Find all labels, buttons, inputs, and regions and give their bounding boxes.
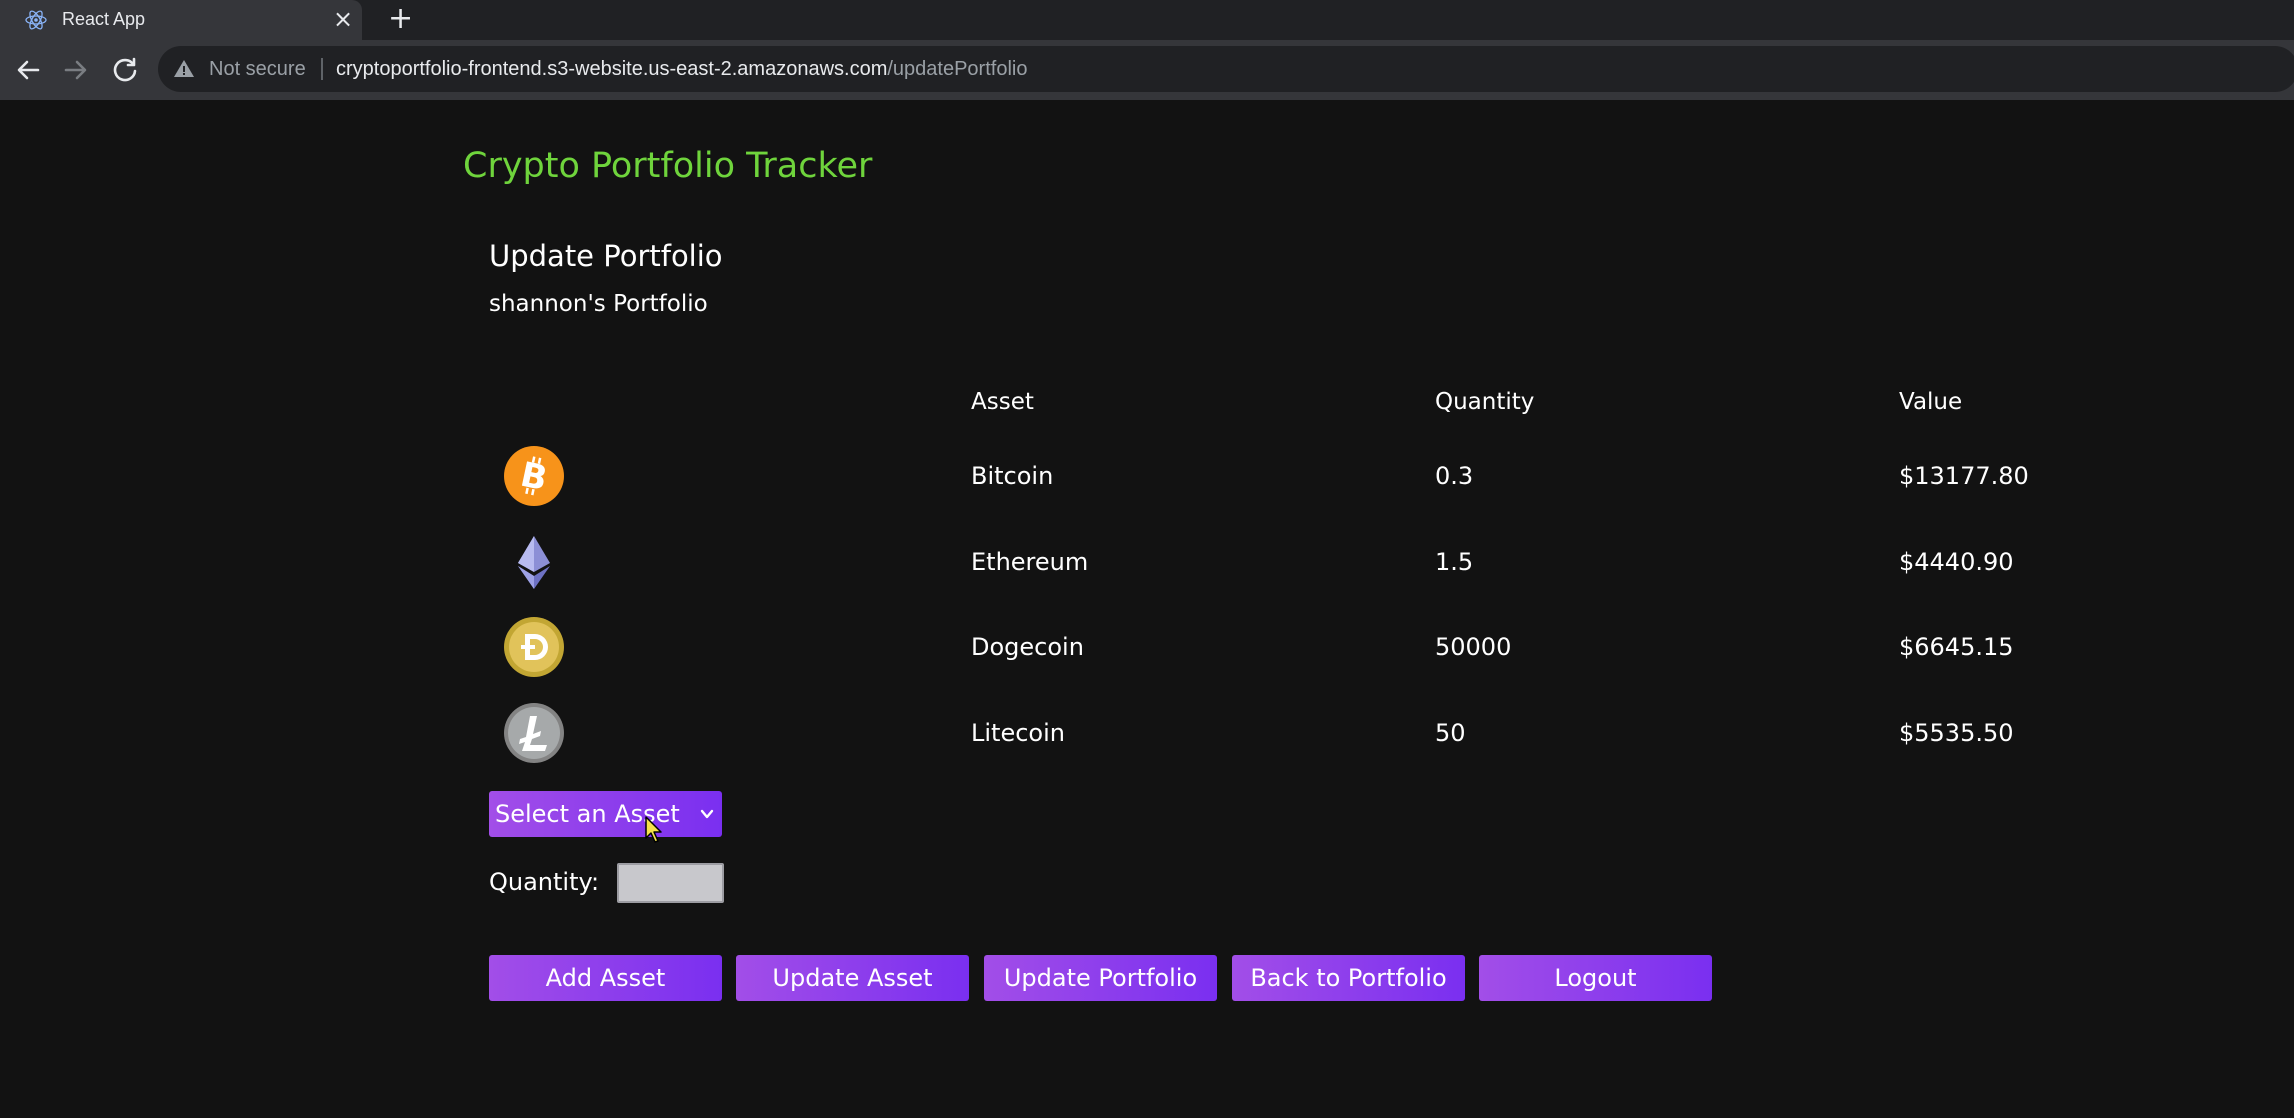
browser-tab-strip: React App × + [0, 0, 2294, 40]
header-value: Value [1899, 389, 1963, 415]
chevron-down-icon [700, 809, 714, 819]
url-path: /updatePortfolio [887, 58, 1028, 80]
asset-quantity: 50000 [1435, 633, 1512, 661]
header-quantity: Quantity [1435, 389, 1535, 415]
portfolio-owner: shannon's Portfolio [489, 291, 708, 317]
dogecoin-icon [504, 617, 564, 677]
asset-value: $13177.80 [1899, 462, 2029, 490]
asset-name: Litecoin [971, 719, 1065, 747]
asset-value: $5535.50 [1899, 719, 2014, 747]
tab-title: React App [62, 9, 146, 29]
browser-tab[interactable]: React App × [0, 0, 362, 40]
asset-value: $4440.90 [1899, 548, 2014, 576]
bitcoin-icon: B [504, 446, 564, 506]
asset-quantity: 50 [1435, 719, 1466, 747]
quantity-input[interactable] [617, 863, 724, 903]
mouse-cursor-icon [645, 816, 662, 843]
security-status[interactable]: Not secure [209, 58, 306, 80]
asset-select[interactable]: Select an Asset [489, 791, 722, 837]
asset-quantity: 1.5 [1435, 548, 1474, 576]
url-text[interactable]: cryptoportfolio-frontend.s3-website.us-e… [336, 58, 1027, 80]
logout-button[interactable]: Logout [1479, 955, 1712, 1001]
litecoin-icon [504, 703, 564, 763]
reload-icon[interactable] [109, 54, 141, 86]
url-host: cryptoportfolio-frontend.s3-website.us-e… [336, 58, 888, 80]
new-tab-icon[interactable]: + [388, 2, 413, 36]
page-title: Update Portfolio [489, 239, 723, 273]
table-row: B Bitcoin 0.3 $13177.80 [489, 441, 2089, 511]
update-asset-button[interactable]: Update Asset [736, 955, 969, 1001]
address-bar[interactable]: Not secure cryptoportfolio-frontend.s3-w… [158, 46, 2294, 92]
asset-name: Bitcoin [971, 462, 1054, 490]
table-row: Ethereum 1.5 $4440.90 [489, 527, 2089, 597]
asset-quantity: 0.3 [1435, 462, 1474, 490]
asset-value: $6645.15 [1899, 633, 2014, 661]
quantity-label: Quantity: [489, 868, 600, 896]
table-row: Dogecoin 50000 $6645.15 [489, 612, 2089, 682]
app-title: Crypto Portfolio Tracker [463, 146, 873, 186]
react-icon [25, 10, 47, 30]
url-separator [321, 58, 323, 80]
asset-name: Dogecoin [971, 633, 1084, 661]
ethereum-icon [518, 536, 550, 589]
forward-arrow-icon[interactable] [60, 54, 92, 86]
back-arrow-icon[interactable] [12, 54, 44, 86]
asset-name: Ethereum [971, 548, 1089, 576]
back-to-portfolio-button[interactable]: Back to Portfolio [1232, 955, 1465, 1001]
warning-icon[interactable] [172, 57, 196, 81]
close-tab-icon[interactable]: × [333, 5, 353, 33]
browser-toolbar: Not secure cryptoportfolio-frontend.s3-w… [0, 40, 2294, 100]
update-portfolio-button[interactable]: Update Portfolio [984, 955, 1217, 1001]
header-asset: Asset [971, 389, 1034, 415]
add-asset-button[interactable]: Add Asset [489, 955, 722, 1001]
table-row: Litecoin 50 $5535.50 [489, 698, 2089, 768]
